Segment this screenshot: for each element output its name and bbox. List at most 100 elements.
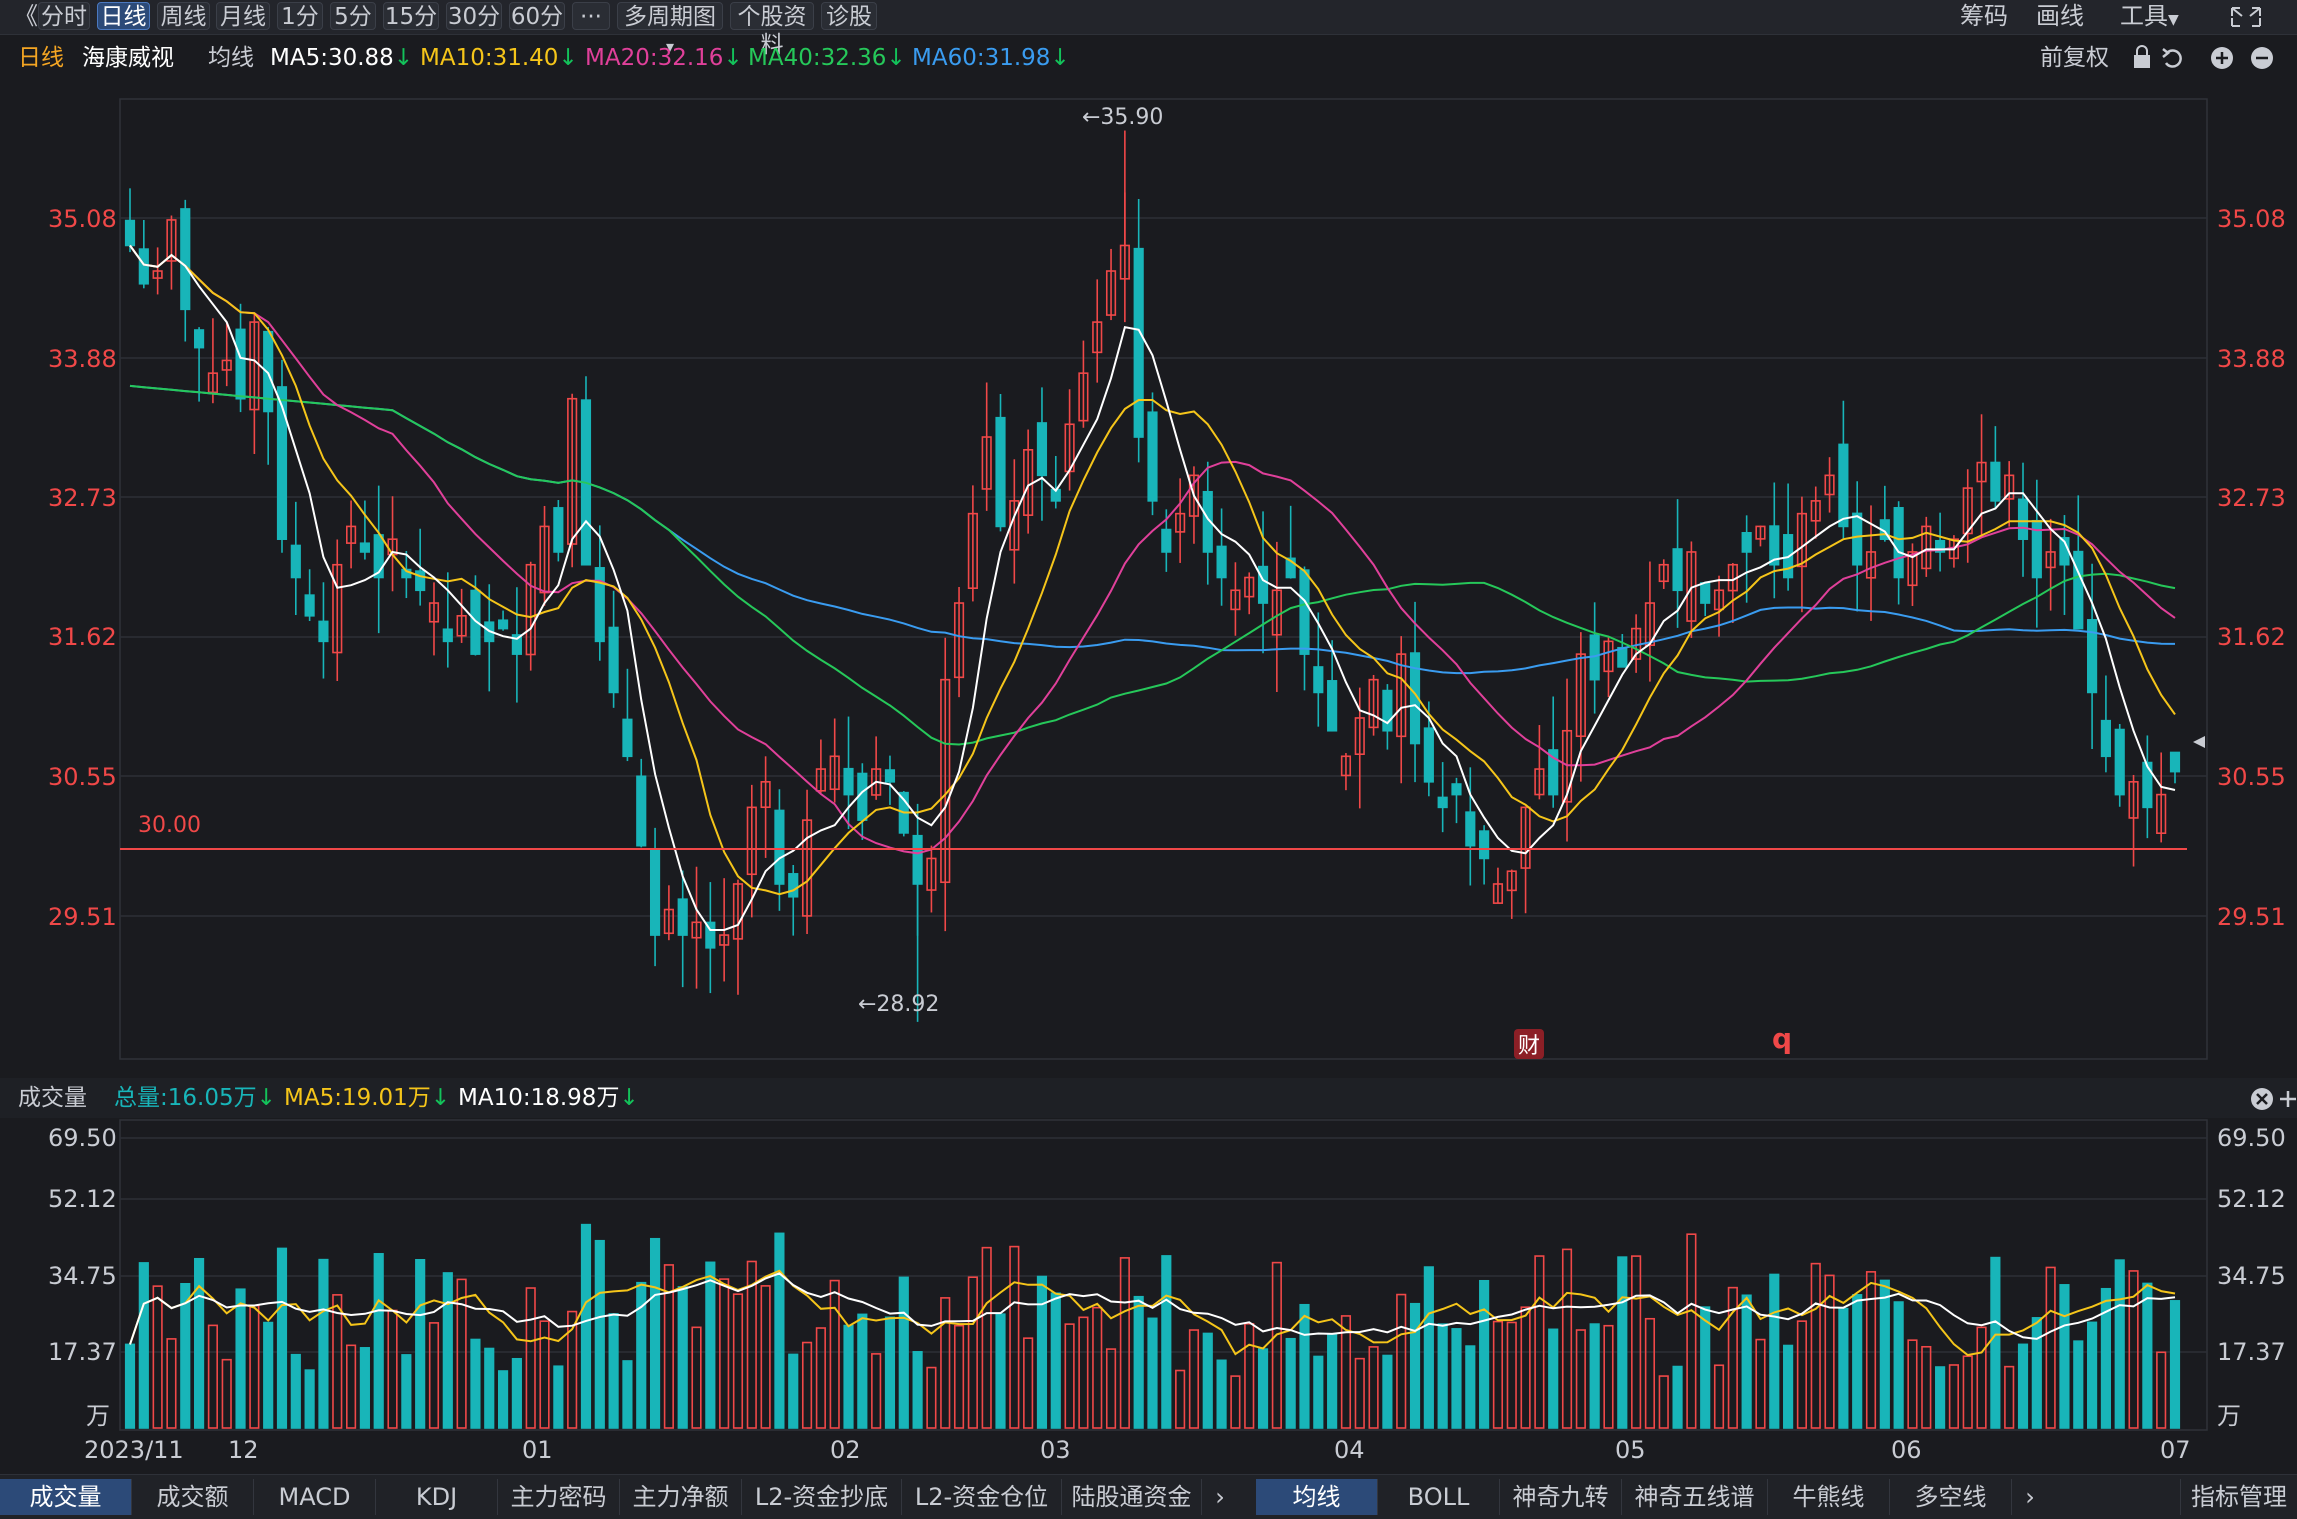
volume-bar[interactable] xyxy=(124,1343,136,1429)
volume-bar[interactable] xyxy=(345,1344,357,1429)
candle-body[interactable] xyxy=(1327,680,1338,732)
volume-bar[interactable] xyxy=(1755,1338,1766,1429)
volume-bar[interactable] xyxy=(1796,1320,1808,1429)
candle-body[interactable] xyxy=(1437,796,1448,809)
volume-bar[interactable] xyxy=(484,1347,495,1429)
volume-bar[interactable] xyxy=(1644,1317,1656,1429)
volume-bar[interactable] xyxy=(235,1288,246,1429)
candle-body[interactable] xyxy=(2100,719,2111,758)
tab-magic-nine[interactable]: 神奇九转 xyxy=(1500,1479,1622,1515)
volume-bar[interactable] xyxy=(774,1232,785,1429)
volume-bar[interactable] xyxy=(1921,1345,1932,1429)
candle-body[interactable] xyxy=(1216,545,1227,579)
volume-bar[interactable] xyxy=(1368,1346,1379,1429)
volume-bar[interactable] xyxy=(843,1324,854,1429)
volume-bar[interactable] xyxy=(332,1294,343,1429)
volume-bar[interactable] xyxy=(788,1353,799,1429)
volume-bar[interactable] xyxy=(898,1276,909,1429)
candle-body[interactable] xyxy=(304,594,315,617)
volume-bar[interactable] xyxy=(2059,1284,2070,1429)
volume-bar[interactable] xyxy=(1327,1333,1338,1429)
candle-body[interactable] xyxy=(1465,811,1476,847)
volume-bar[interactable] xyxy=(276,1247,288,1429)
volume-bar[interactable] xyxy=(1907,1339,1918,1429)
candle-body[interactable] xyxy=(1479,830,1490,860)
close-icon[interactable] xyxy=(2251,1088,2273,1110)
q-badge[interactable]: q xyxy=(1772,1022,1792,1055)
volume-bar[interactable] xyxy=(207,1324,218,1429)
volume-bar[interactable] xyxy=(1257,1348,1269,1429)
volume-bar[interactable] xyxy=(318,1258,329,1429)
volume-bar[interactable] xyxy=(1713,1364,1725,1429)
volume-bar[interactable] xyxy=(138,1262,149,1429)
volume-bar[interactable] xyxy=(1741,1294,1752,1429)
volume-bar[interactable] xyxy=(1879,1279,1890,1429)
candle-body[interactable] xyxy=(124,219,136,247)
tab-kdj[interactable]: KDJ xyxy=(376,1479,498,1515)
volume-bar[interactable] xyxy=(1893,1301,1904,1429)
candle-body[interactable] xyxy=(1423,727,1434,783)
volume-bar[interactable] xyxy=(1036,1275,1048,1429)
volume-bar[interactable] xyxy=(304,1369,315,1429)
volume-bar[interactable] xyxy=(1119,1257,1130,1429)
tab-magic-five-lines[interactable]: 神奇五线谱 xyxy=(1622,1479,1768,1515)
volume-bar[interactable] xyxy=(1935,1366,1946,1429)
volume-bar[interactable] xyxy=(359,1347,370,1429)
volume-bar[interactable] xyxy=(1161,1255,1172,1429)
volume-bar[interactable] xyxy=(677,1286,688,1429)
candle-body[interactable] xyxy=(1893,507,1904,579)
tab-boll[interactable]: BOLL xyxy=(1378,1479,1500,1515)
volume-bar[interactable] xyxy=(1216,1359,1227,1429)
volume-bar[interactable] xyxy=(1948,1364,1960,1429)
candle-body[interactable] xyxy=(1036,422,1048,477)
tab-l2-bottom-fishing[interactable]: L2-资金抄底 xyxy=(742,1479,902,1515)
candle-body[interactable] xyxy=(1852,512,1863,566)
volume-bars[interactable] xyxy=(124,1223,2181,1429)
volume-bar[interactable] xyxy=(732,1293,744,1429)
volume-bar[interactable] xyxy=(2142,1282,2153,1429)
tab-northbound-funds[interactable]: 陆股通资金 xyxy=(1062,1479,1202,1515)
candle-body[interactable] xyxy=(1990,461,2001,502)
volume-bar[interactable] xyxy=(829,1279,840,1429)
candle-body[interactable] xyxy=(318,620,329,643)
candle-body[interactable] xyxy=(843,767,854,796)
candle-body[interactable] xyxy=(415,570,426,592)
volume-bar[interactable] xyxy=(1852,1294,1863,1429)
candle-body[interactable] xyxy=(1147,411,1158,502)
tab-main-force-code[interactable]: 主力密码 xyxy=(498,1479,620,1515)
volume-bar[interactable] xyxy=(705,1261,716,1429)
volume-bar[interactable] xyxy=(1285,1337,1296,1429)
volume-bar[interactable] xyxy=(1202,1332,1213,1429)
candle-body[interactable] xyxy=(636,775,647,847)
volume-bar[interactable] xyxy=(373,1253,384,1429)
candle-body[interactable] xyxy=(1741,532,1752,553)
volume-bar[interactable] xyxy=(1382,1354,1393,1429)
candle-body[interactable] xyxy=(594,567,605,643)
volume-bar[interactable] xyxy=(1437,1323,1448,1429)
tab-l2-position[interactable]: L2-资金仓位 xyxy=(902,1479,1062,1515)
volume-bar[interactable] xyxy=(1064,1323,1075,1429)
finance-badge[interactable]: 财 xyxy=(1518,1034,1540,1059)
volume-bar[interactable] xyxy=(2156,1351,2167,1429)
volume-bar[interactable] xyxy=(1133,1295,1144,1429)
volume-bar[interactable] xyxy=(1050,1292,1061,1429)
volume-bar[interactable] xyxy=(221,1358,232,1429)
volume-bar[interactable] xyxy=(152,1285,163,1429)
price-volume-chart[interactable]: 30.00 ←35.90 ←28.92 财 q 35.08 33.88 32.7… xyxy=(0,0,2297,1518)
volume-bar[interactable] xyxy=(1810,1262,1821,1429)
volume-bar[interactable] xyxy=(290,1353,301,1429)
volume-bar[interactable] xyxy=(2114,1259,2125,1429)
tab-volume[interactable]: 成交量 xyxy=(0,1479,132,1515)
volume-bar[interactable] xyxy=(1271,1261,1282,1429)
volume-bar[interactable] xyxy=(387,1309,398,1429)
candle-body[interactable] xyxy=(1838,443,1849,528)
volume-bar[interactable] xyxy=(1092,1306,1103,1429)
volume-bar[interactable] xyxy=(1603,1324,1614,1429)
candle-body[interactable] xyxy=(138,248,149,285)
candle-body[interactable] xyxy=(1161,528,1172,553)
volume-bar[interactable] xyxy=(1631,1255,1642,1429)
volume-bar[interactable] xyxy=(511,1357,522,1429)
volume-bar[interactable] xyxy=(1409,1302,1421,1429)
volume-bar[interactable] xyxy=(2169,1300,2181,1429)
volume-bar[interactable] xyxy=(2087,1321,2098,1429)
